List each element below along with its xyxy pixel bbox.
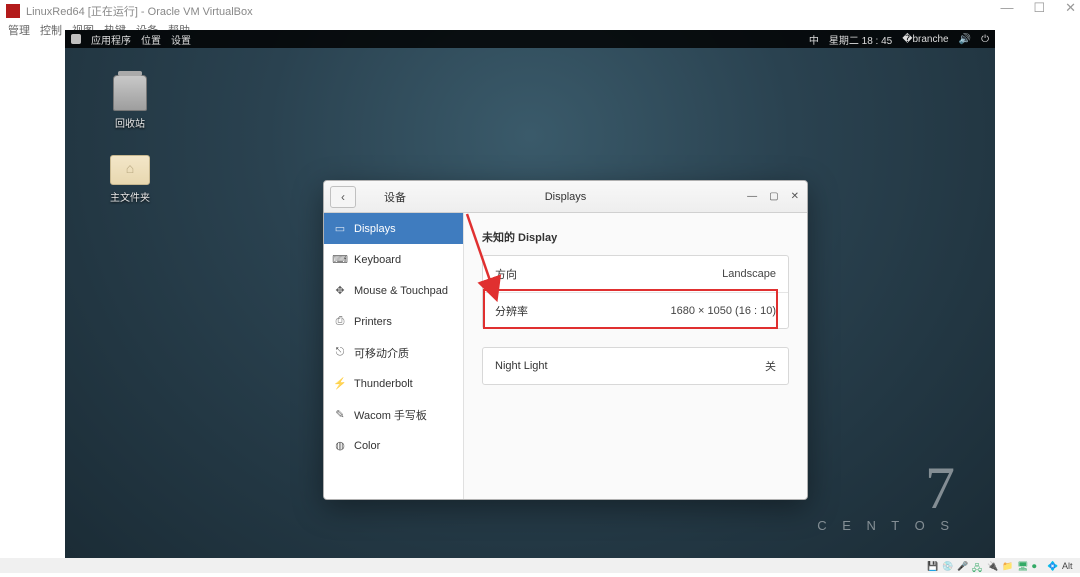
printer-icon: ⎙: [334, 316, 346, 328]
keyboard-icon: ⌨: [334, 254, 346, 266]
settings-maximize-button[interactable]: ▢: [769, 191, 778, 202]
virtualbox-titlebar: LinuxRed64 [正在运行] - Oracle VM VirtualBox…: [0, 0, 1080, 22]
centos-version: 7: [817, 458, 955, 518]
guest-desktop: 应用程序 位置 设置 中 星期二 18 : 45 �branche 🔊 ⏻ 回收…: [65, 30, 995, 558]
settings-window-controls: — ▢ ✕: [747, 191, 799, 202]
sidebar-item-label: Displays: [354, 223, 396, 235]
orientation-row[interactable]: 方向 Landscape: [483, 256, 788, 292]
vb-menu-item[interactable]: 控制: [40, 22, 62, 39]
home-label: 主文件夹: [105, 189, 155, 204]
display-settings-group: 方向 Landscape 分辨率 1680 × 1050 (16 : 10): [482, 255, 789, 329]
virtualbox-icon: [6, 4, 20, 18]
centos-brand: 7 C E N T O S: [817, 458, 955, 533]
maximize-button[interactable]: ☐: [1033, 0, 1045, 16]
night-light-group: Night Light 关: [482, 347, 789, 385]
night-light-label: Night Light: [495, 360, 765, 372]
trash-label: 回收站: [105, 115, 155, 130]
sidebar-item-label: Wacom 手写板: [354, 407, 427, 423]
vb-hdd-icon[interactable]: 💾: [927, 561, 939, 571]
color-icon: ◍: [334, 440, 346, 452]
trash-bin-icon: [113, 75, 147, 111]
settings-sidebar: ▭ Displays ⌨ Keyboard ✥ Mouse & Touchpad…: [324, 213, 464, 499]
vb-audio-icon[interactable]: 🎤: [957, 561, 969, 571]
resolution-row[interactable]: 分辨率 1680 × 1050 (16 : 10): [483, 292, 788, 328]
settings-minimize-button[interactable]: —: [747, 191, 757, 202]
gnome-topbar: 应用程序 位置 设置 中 星期二 18 : 45 �branche 🔊 ⏻: [65, 30, 995, 48]
minimize-button[interactable]: —: [1000, 0, 1013, 16]
settings-header-left: 设备: [384, 189, 406, 205]
sidebar-item-thunderbolt[interactable]: ⚡ Thunderbolt: [324, 368, 463, 399]
night-light-value: 关: [765, 358, 776, 374]
resolution-value: 1680 × 1050 (16 : 10): [671, 305, 777, 317]
vb-usb-icon[interactable]: 🔌: [987, 561, 999, 571]
sidebar-item-label: Mouse & Touchpad: [354, 285, 448, 297]
resolution-label: 分辨率: [495, 303, 671, 319]
sidebar-item-mouse[interactable]: ✥ Mouse & Touchpad: [324, 275, 463, 306]
vb-shared-folder-icon[interactable]: 📁: [1002, 561, 1014, 571]
vb-host-key: Alt: [1062, 561, 1074, 571]
volume-icon[interactable]: 🔊: [959, 34, 971, 45]
folder-icon: [110, 155, 150, 185]
settings-header: ‹ 设备 Displays — ▢ ✕: [324, 181, 807, 213]
centos-name: C E N T O S: [817, 518, 955, 533]
wacom-icon: ✎: [334, 409, 346, 421]
power-icon[interactable]: ⏻: [981, 34, 989, 45]
orientation-label: 方向: [495, 266, 722, 282]
vb-network-icon[interactable]: 🖧: [972, 561, 984, 571]
trash-icon[interactable]: 回收站: [105, 75, 155, 130]
sidebar-item-label: Printers: [354, 316, 392, 328]
virtualbox-window-controls: — ☐ ✕: [1000, 0, 1076, 16]
sidebar-item-label: Color: [354, 440, 380, 452]
orientation-value: Landscape: [722, 268, 776, 280]
sidebar-item-keyboard[interactable]: ⌨ Keyboard: [324, 244, 463, 275]
thunderbolt-icon: ⚡: [334, 378, 346, 390]
sidebar-item-displays[interactable]: ▭ Displays: [324, 213, 463, 244]
applications-icon[interactable]: [71, 34, 81, 44]
sidebar-item-label: 可移动介质: [354, 345, 409, 361]
settings-window: ‹ 设备 Displays — ▢ ✕ ▭ Displays ⌨ Keyboar…: [323, 180, 808, 500]
night-light-row[interactable]: Night Light 关: [483, 348, 788, 384]
vb-menu-item[interactable]: 管理: [8, 22, 30, 39]
input-method-indicator[interactable]: 中: [809, 32, 819, 47]
clock[interactable]: 星期二 18 : 45: [829, 32, 892, 47]
settings-indicator[interactable]: 设置: [171, 32, 191, 47]
display-icon: ▭: [334, 223, 346, 235]
vb-recording-icon[interactable]: ⏺: [1032, 561, 1044, 571]
virtualbox-statusbar: 💾 💿 🎤 🖧 🔌 📁 🖥 ⏺ 💠 Alt: [0, 558, 1080, 573]
settings-close-button[interactable]: ✕: [791, 191, 799, 202]
network-icon[interactable]: �branche: [902, 34, 948, 45]
sidebar-item-color[interactable]: ◍ Color: [324, 430, 463, 461]
settings-header-center: Displays: [545, 191, 587, 203]
sidebar-item-removable[interactable]: ⎋ 可移动介质: [324, 337, 463, 368]
settings-panel: 未知的 Display 方向 Landscape 分辨率 1680 × 1050…: [464, 213, 807, 499]
sidebar-item-printers[interactable]: ⎙ Printers: [324, 306, 463, 337]
sidebar-item-label: Thunderbolt: [354, 378, 413, 390]
close-button[interactable]: ✕: [1065, 0, 1076, 16]
back-button[interactable]: ‹: [330, 186, 356, 208]
sidebar-item-label: Keyboard: [354, 254, 401, 266]
removable-media-icon: ⎋: [334, 347, 346, 359]
mouse-icon: ✥: [334, 285, 346, 297]
sidebar-item-wacom[interactable]: ✎ Wacom 手写板: [324, 399, 463, 430]
vb-optical-icon[interactable]: 💿: [942, 561, 954, 571]
display-name-title: 未知的 Display: [482, 229, 789, 245]
applications-menu[interactable]: 应用程序: [91, 32, 131, 47]
virtualbox-title: LinuxRed64 [正在运行] - Oracle VM VirtualBox: [26, 3, 253, 19]
home-folder-icon[interactable]: 主文件夹: [105, 155, 155, 204]
vb-display-icon[interactable]: 🖥: [1017, 561, 1029, 571]
places-menu[interactable]: 位置: [141, 32, 161, 47]
vb-cpu-icon[interactable]: 💠: [1047, 561, 1059, 571]
